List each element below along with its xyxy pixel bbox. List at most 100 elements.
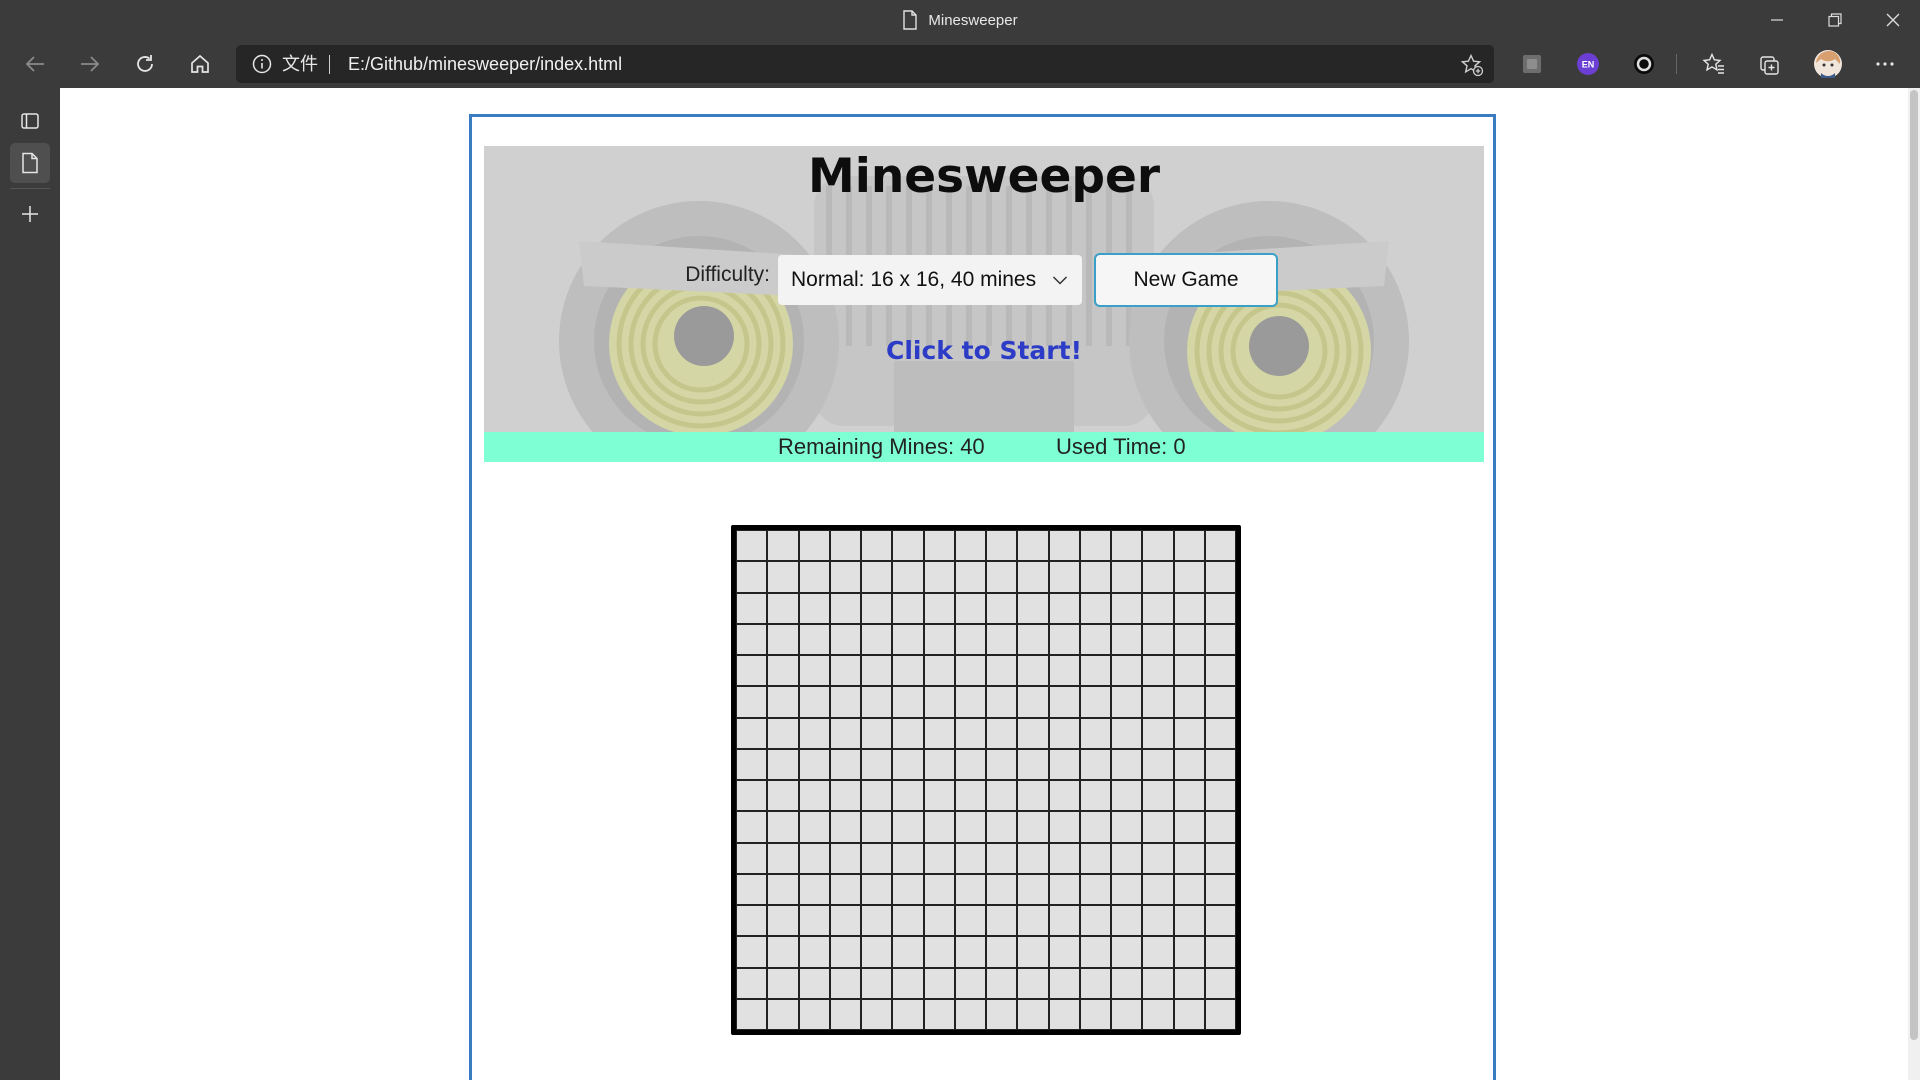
mine-cell[interactable] [1204,748,1236,780]
mine-cell[interactable] [1048,811,1080,843]
mine-cell[interactable] [954,623,986,655]
mine-cell[interactable] [986,655,1018,687]
mine-cell[interactable] [1173,530,1205,562]
mine-cell[interactable] [1142,655,1174,687]
mine-cell[interactable] [1204,967,1236,999]
mine-cell[interactable] [892,686,924,718]
mine-cell[interactable] [892,936,924,968]
mine-cell[interactable] [1204,623,1236,655]
mine-cell[interactable] [829,530,861,562]
mine-cell[interactable] [923,967,955,999]
mine-cell[interactable] [736,623,768,655]
mine-cell[interactable] [798,811,830,843]
restore-button[interactable] [1806,0,1864,40]
mine-cell[interactable] [954,873,986,905]
mine-cell[interactable] [923,811,955,843]
mine-cell[interactable] [736,561,768,593]
mine-cell[interactable] [798,780,830,812]
mine-cell[interactable] [829,561,861,593]
mine-cell[interactable] [1111,780,1143,812]
mine-cell[interactable] [892,561,924,593]
mine-cell[interactable] [954,967,986,999]
mine-cell[interactable] [1173,686,1205,718]
mine-cell[interactable] [1048,873,1080,905]
mine-cell[interactable] [861,873,893,905]
mine-cell[interactable] [736,842,768,874]
mine-cell[interactable] [1142,686,1174,718]
mine-cell[interactable] [923,748,955,780]
mine-cell[interactable] [1079,936,1111,968]
mine-cell[interactable] [829,655,861,687]
mine-cell[interactable] [923,623,955,655]
mine-cell[interactable] [1079,623,1111,655]
mine-cell[interactable] [923,530,955,562]
mine-cell[interactable] [1048,592,1080,624]
mine-cell[interactable] [1017,967,1049,999]
mine-cell[interactable] [892,530,924,562]
tab-actions-button[interactable] [10,101,50,141]
mine-cell[interactable] [1111,655,1143,687]
mine-cell[interactable] [986,998,1018,1030]
mine-cell[interactable] [829,623,861,655]
mine-cell[interactable] [861,811,893,843]
mine-cell[interactable] [986,873,1018,905]
mine-cell[interactable] [986,623,1018,655]
mine-cell[interactable] [861,592,893,624]
mine-cell[interactable] [798,561,830,593]
mine-cell[interactable] [1048,686,1080,718]
mine-cell[interactable] [1017,623,1049,655]
mine-cell[interactable] [1142,905,1174,937]
mine-cell[interactable] [1204,998,1236,1030]
mine-cell[interactable] [1079,592,1111,624]
mine-cell[interactable] [767,717,799,749]
mine-cell[interactable] [1142,592,1174,624]
mine-cell[interactable] [829,717,861,749]
mine-cell[interactable] [829,780,861,812]
mine-cell[interactable] [1142,998,1174,1030]
mine-cell[interactable] [986,780,1018,812]
mine-cell[interactable] [986,686,1018,718]
mine-cell[interactable] [1204,561,1236,593]
mine-cell[interactable] [1142,561,1174,593]
mine-cell[interactable] [892,873,924,905]
mine-cell[interactable] [1204,842,1236,874]
mine-cell[interactable] [736,998,768,1030]
mine-cell[interactable] [1111,967,1143,999]
collections-button[interactable] [1750,44,1790,84]
mine-cell[interactable] [736,936,768,968]
mine-cell[interactable] [954,686,986,718]
mine-cell[interactable] [1079,748,1111,780]
mine-cell[interactable] [1173,780,1205,812]
mine-cell[interactable] [1111,686,1143,718]
mine-cell[interactable] [767,686,799,718]
mine-cell[interactable] [829,998,861,1030]
mine-cell[interactable] [923,592,955,624]
mine-cell[interactable] [767,530,799,562]
mine-cell[interactable] [1111,998,1143,1030]
mine-cell[interactable] [1048,561,1080,593]
mine-cell[interactable] [1142,811,1174,843]
mine-cell[interactable] [1173,905,1205,937]
mine-cell[interactable] [1142,967,1174,999]
mine-cell[interactable] [798,748,830,780]
mine-cell[interactable] [1142,530,1174,562]
mine-cell[interactable] [986,811,1018,843]
vertical-scrollbar[interactable] [1908,88,1920,1080]
mine-cell[interactable] [1017,561,1049,593]
mine-cell[interactable] [798,686,830,718]
back-button[interactable] [15,44,55,84]
mine-cell[interactable] [954,655,986,687]
mine-cell[interactable] [892,780,924,812]
mine-cell[interactable] [923,873,955,905]
favorites-button[interactable] [1694,44,1734,84]
mine-cell[interactable] [767,905,799,937]
mine-cell[interactable] [1111,561,1143,593]
mine-cell[interactable] [892,842,924,874]
mine-cell[interactable] [954,561,986,593]
mine-cell[interactable] [861,623,893,655]
mine-cell[interactable] [1048,530,1080,562]
mine-cell[interactable] [798,842,830,874]
mine-cell[interactable] [1142,842,1174,874]
mine-cell[interactable] [892,811,924,843]
mine-cell[interactable] [1111,623,1143,655]
